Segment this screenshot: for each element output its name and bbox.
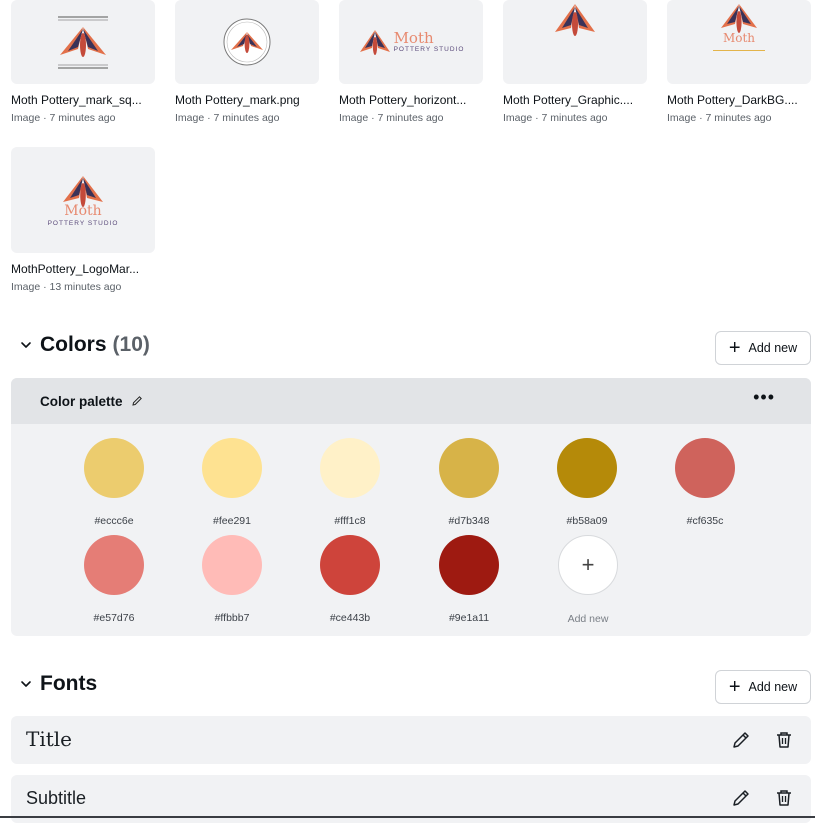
font-label: Subtitle [26,788,87,808]
add-new-label: Add new [748,680,798,694]
image-card-mark-square[interactable]: Moth Pottery_mark_sq... Image · 7 minute… [11,0,155,124]
file-meta: Image · 7 minutes ago [175,112,280,124]
file-name: Moth Pottery_horizont... [339,93,467,107]
add-color-swatch[interactable]: + Add new [548,535,628,625]
trash-icon[interactable] [773,729,795,751]
add-new-label: Add new [748,341,798,355]
chevron-down-icon[interactable] [18,337,34,353]
color-swatch[interactable]: #ffbbb7 [192,535,272,624]
image-card-mark[interactable]: Moth Pottery_mark.png Image · 7 minutes … [175,0,319,124]
color-swatch[interactable]: #9e1a11 [429,535,509,624]
file-name: MothPottery_LogoMar... [11,262,140,276]
moth-logo-icon [555,4,595,36]
file-name: Moth Pottery_mark.png [175,93,300,107]
swatch-hex: #fee291 [213,515,251,527]
swatch-hex: #eccc6e [94,515,134,527]
image-card-logomark[interactable]: Moth POTTERY STUDIO MothPottery_LogoMar.… [11,147,155,293]
color-swatch[interactable]: #d7b348 [429,438,509,527]
swatch-circle[interactable] [202,535,262,595]
swatch-circle[interactable] [84,438,144,498]
fonts-section-header[interactable]: Fonts [18,672,97,696]
fonts-title: Fonts [40,672,98,695]
swatch-circle[interactable] [675,438,735,498]
file-meta: Image · 13 minutes ago [11,281,122,293]
logo-subtext: POTTERY STUDIO [47,219,119,227]
color-swatch[interactable]: #fff1c8 [310,438,390,527]
file-name: Moth Pottery_mark_sq... [11,93,142,107]
file-meta: Image · 7 minutes ago [667,112,772,124]
trash-icon[interactable] [773,787,795,809]
image-thumbnail: Moth [667,0,811,84]
image-thumbnail: Moth POTTERY STUDIO [339,0,483,84]
palette-title: Color palette [40,393,123,409]
color-swatch[interactable]: #ce443b [310,535,390,624]
file-meta: Image · 7 minutes ago [339,112,444,124]
image-card-graphic[interactable]: Moth Pottery_Graphic.... Image · 7 minut… [503,0,647,124]
palette-header: Color palette ••• [11,378,811,424]
moth-logo-icon [223,18,271,66]
logo-text: Moth [393,29,434,47]
edit-pencil-icon[interactable] [131,395,143,407]
swatch-circle[interactable] [202,438,262,498]
add-swatch-label: Add new [567,613,609,625]
color-swatch[interactable]: #eccc6e [74,438,154,527]
add-color-button[interactable]: + Add new [715,331,811,365]
swatch-hex: #d7b348 [448,515,490,527]
color-palette-panel: Color palette ••• #eccc6e #fee291 #fff1c… [11,378,811,636]
moth-logo-icon [58,16,108,69]
swatch-hex: #cf635c [686,515,724,527]
more-options-icon[interactable]: ••• [753,388,775,406]
swatch-hex: #ce443b [329,612,371,624]
edit-pencil-icon[interactable] [730,729,752,751]
add-font-button[interactable]: + Add new [715,670,811,704]
plus-icon: + [728,337,741,359]
file-meta: Image · 7 minutes ago [11,112,116,124]
color-swatch[interactable]: #fee291 [192,438,272,527]
image-card-darkbg[interactable]: Moth Moth Pottery_DarkBG.... Image · 7 m… [667,0,811,124]
swatch-hex: #e57d76 [93,612,135,624]
moth-logo-icon [359,30,390,55]
image-thumbnail [11,0,155,84]
color-swatch[interactable]: #cf635c [665,438,745,527]
divider [713,50,765,51]
swatch-circle[interactable] [439,438,499,498]
plus-icon: + [728,676,741,698]
logo-subtext: POTTERY STUDIO [393,46,465,53]
colors-section-header[interactable]: Colors (10) [18,333,150,357]
colors-title: Colors [40,333,107,356]
swatch-circle[interactable] [320,535,380,595]
swatch-circle[interactable] [84,535,144,595]
swatch-circle[interactable] [557,438,617,498]
swatch-hex: #b58a09 [566,515,608,527]
plus-icon[interactable]: + [558,535,618,595]
file-name: Moth Pottery_DarkBG.... [667,93,798,107]
image-card-horizontal[interactable]: Moth POTTERY STUDIO Moth Pottery_horizon… [339,0,483,124]
color-swatch[interactable]: #e57d76 [74,535,154,624]
logo-text: Moth [64,202,102,219]
file-meta: Image · 7 minutes ago [503,112,608,124]
chevron-down-icon[interactable] [18,676,34,692]
logo-text: Moth [722,31,756,45]
image-thumbnail: Moth POTTERY STUDIO [11,147,155,253]
color-swatch[interactable]: #b58a09 [547,438,627,527]
swatch-circle[interactable] [439,535,499,595]
swatch-hex: #9e1a11 [448,612,490,624]
font-label: Title [26,727,73,751]
image-thumbnail [503,0,647,84]
colors-count: (10) [112,333,150,356]
font-row-title[interactable]: Title [11,716,811,764]
file-name: Moth Pottery_Graphic.... [503,93,634,107]
edit-pencil-icon[interactable] [730,787,752,809]
swatch-circle[interactable] [320,438,380,498]
image-thumbnail [175,0,319,84]
swatch-hex: #ffbbb7 [214,612,250,624]
swatch-hex: #fff1c8 [334,515,366,527]
